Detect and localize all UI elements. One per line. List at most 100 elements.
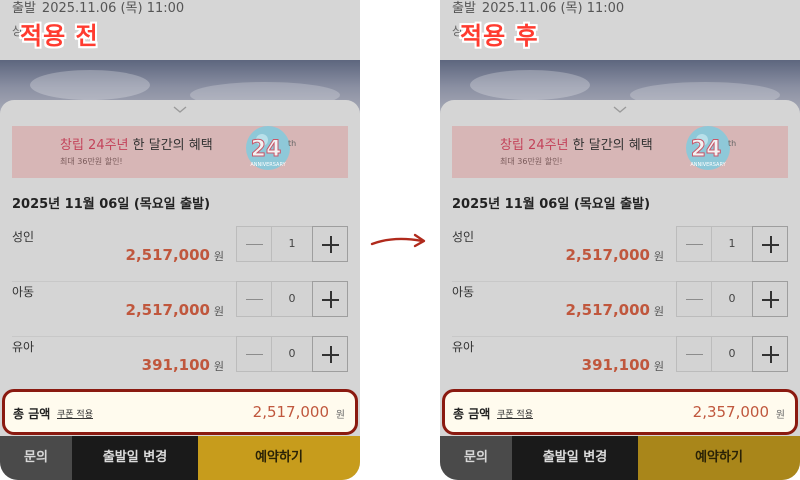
passenger-row-child: 아동 2,517,000 원 0	[12, 281, 348, 337]
row-label: 성인	[12, 230, 35, 244]
after-screen: 출발 2025.11.06 (목) 11:00 상 적용 후 창립 24주년 한 …	[440, 0, 800, 480]
passenger-row-adult: 성인 2,517,000 원 1	[12, 226, 348, 282]
plus-icon[interactable]	[312, 336, 348, 372]
passenger-row-child: 아동 2,517,000 원 0	[452, 281, 788, 337]
promo-banner[interactable]: 창립 24주년 한 달간의 혜택 최대 36만원 할인! 24 th ANNIV…	[12, 126, 348, 178]
departure-datetime: 2025.11.06 (목) 11:00	[41, 1, 185, 16]
quantity-value: 0	[272, 281, 312, 317]
comparison-stage: 출발 2025.11.06 (목) 11:00 상 적용 전 창립 24주년 한 …	[0, 0, 800, 480]
total-unit: 원	[775, 410, 785, 421]
minus-icon[interactable]	[236, 336, 272, 372]
row-unit: 원	[653, 360, 664, 373]
minus-icon[interactable]	[236, 226, 272, 262]
bottom-action-bar: 문의 출발일 변경 예약하기	[440, 436, 800, 480]
change-date-button[interactable]: 출발일 변경	[72, 436, 198, 480]
inquiry-button[interactable]: 문의	[0, 436, 72, 480]
row-unit: 원	[653, 250, 664, 263]
departure-datetime: 2025.11.06 (목) 11:00	[481, 1, 625, 16]
quantity-value: 1	[272, 226, 312, 262]
passenger-row-infant: 유아 391,100 원 0	[12, 336, 348, 390]
plus-icon[interactable]	[312, 226, 348, 262]
coupon-apply-link[interactable]: 쿠폰 적용	[497, 407, 533, 420]
banner-subtitle: 최대 36만원 할인!	[60, 157, 123, 166]
badge-number: 24	[251, 137, 282, 162]
quantity-value: 0	[712, 336, 752, 372]
total-amount-box: 총 금액 쿠폰 적용 2,357,000 원	[442, 389, 798, 435]
total-unit: 원	[335, 410, 345, 421]
row-unit: 원	[213, 305, 224, 318]
reserve-button[interactable]: 예약하기	[638, 436, 800, 480]
quantity-value: 0	[272, 336, 312, 372]
change-date-button[interactable]: 출발일 변경	[512, 436, 638, 480]
coupon-apply-link[interactable]: 쿠폰 적용	[57, 407, 93, 420]
total-label: 총 금액	[13, 407, 51, 421]
total-amount: 2,357,000	[692, 403, 769, 421]
row-unit: 원	[213, 360, 224, 373]
booking-sheet: 창립 24주년 한 달간의 혜택 최대 36만원 할인! 24 th ANNIV…	[440, 100, 800, 480]
chevron-down-icon[interactable]	[613, 106, 627, 114]
inquiry-button[interactable]: 문의	[440, 436, 512, 480]
row-label: 성인	[452, 230, 475, 244]
banner-title-rest: 한 달간의 혜택	[568, 138, 653, 153]
departure-date: 2025년 11월 06일 (목요일 출발)	[12, 197, 211, 212]
banner-subtitle: 최대 36만원 할인!	[500, 157, 563, 166]
departure-type: 출발	[12, 1, 36, 16]
quantity-stepper: 0	[676, 281, 788, 317]
row-price: 391,100	[141, 356, 210, 374]
anniversary-balloon-icon: 24 th ANNIVERSARY	[686, 126, 736, 170]
row-price: 2,517,000	[125, 246, 210, 264]
quantity-stepper: 0	[236, 336, 348, 372]
quantity-value: 0	[712, 281, 752, 317]
row-price: 2,517,000	[565, 301, 650, 319]
row-label: 아동	[452, 285, 475, 299]
departure-date: 2025년 11월 06일 (목요일 출발)	[452, 197, 651, 212]
row-unit: 원	[213, 250, 224, 263]
row-price: 2,517,000	[125, 301, 210, 319]
passenger-row-infant: 유아 391,100 원 0	[452, 336, 788, 390]
quantity-stepper: 1	[236, 226, 348, 262]
minus-icon[interactable]	[236, 281, 272, 317]
minus-icon[interactable]	[676, 281, 712, 317]
after-label: 적용 후	[460, 22, 539, 50]
promo-banner[interactable]: 창립 24주년 한 달간의 혜택 최대 36만원 할인! 24 th ANNIV…	[452, 126, 788, 178]
banner-title: 창립 24주년 한 달간의 혜택	[500, 134, 653, 153]
plus-icon[interactable]	[752, 226, 788, 262]
banner-highlight: 창립 24주년	[60, 138, 129, 153]
banner-title: 창립 24주년 한 달간의 혜택	[60, 134, 213, 153]
badge-word: ANNIVERSARY	[690, 162, 726, 168]
row-unit: 원	[653, 305, 664, 318]
quantity-stepper: 1	[676, 226, 788, 262]
row-label: 유아	[12, 340, 35, 354]
arrow-right-icon	[368, 232, 430, 252]
total-amount-box: 총 금액 쿠폰 적용 2,517,000 원	[2, 389, 358, 435]
status-line: 출발 2025.11.06 (목) 11:00	[452, 0, 630, 16]
plus-icon[interactable]	[752, 281, 788, 317]
plus-icon[interactable]	[752, 336, 788, 372]
badge-sup: th	[288, 139, 296, 148]
badge-number: 24	[691, 137, 722, 162]
total-amount: 2,517,000	[252, 403, 329, 421]
reserve-button[interactable]: 예약하기	[198, 436, 360, 480]
chevron-down-icon[interactable]	[173, 106, 187, 114]
anniversary-balloon-icon: 24 th ANNIVERSARY	[246, 126, 296, 170]
plus-icon[interactable]	[312, 281, 348, 317]
total-label: 총 금액	[453, 407, 491, 421]
booking-sheet: 창립 24주년 한 달간의 혜택 최대 36만원 할인! 24 th ANNIV…	[0, 100, 360, 480]
before-label: 적용 전	[20, 22, 99, 50]
quantity-value: 1	[712, 226, 752, 262]
departure-type: 출발	[452, 1, 476, 16]
row-label: 유아	[452, 340, 475, 354]
quantity-stepper: 0	[236, 281, 348, 317]
row-price: 391,100	[581, 356, 650, 374]
minus-icon[interactable]	[676, 226, 712, 262]
passenger-row-adult: 성인 2,517,000 원 1	[452, 226, 788, 282]
row-label: 아동	[12, 285, 35, 299]
minus-icon[interactable]	[676, 336, 712, 372]
banner-highlight: 창립 24주년	[500, 138, 569, 153]
banner-title-rest: 한 달간의 혜택	[128, 138, 213, 153]
badge-word: ANNIVERSARY	[250, 162, 286, 168]
badge-sup: th	[728, 139, 736, 148]
bottom-action-bar: 문의 출발일 변경 예약하기	[0, 436, 360, 480]
row-price: 2,517,000	[565, 246, 650, 264]
quantity-stepper: 0	[676, 336, 788, 372]
